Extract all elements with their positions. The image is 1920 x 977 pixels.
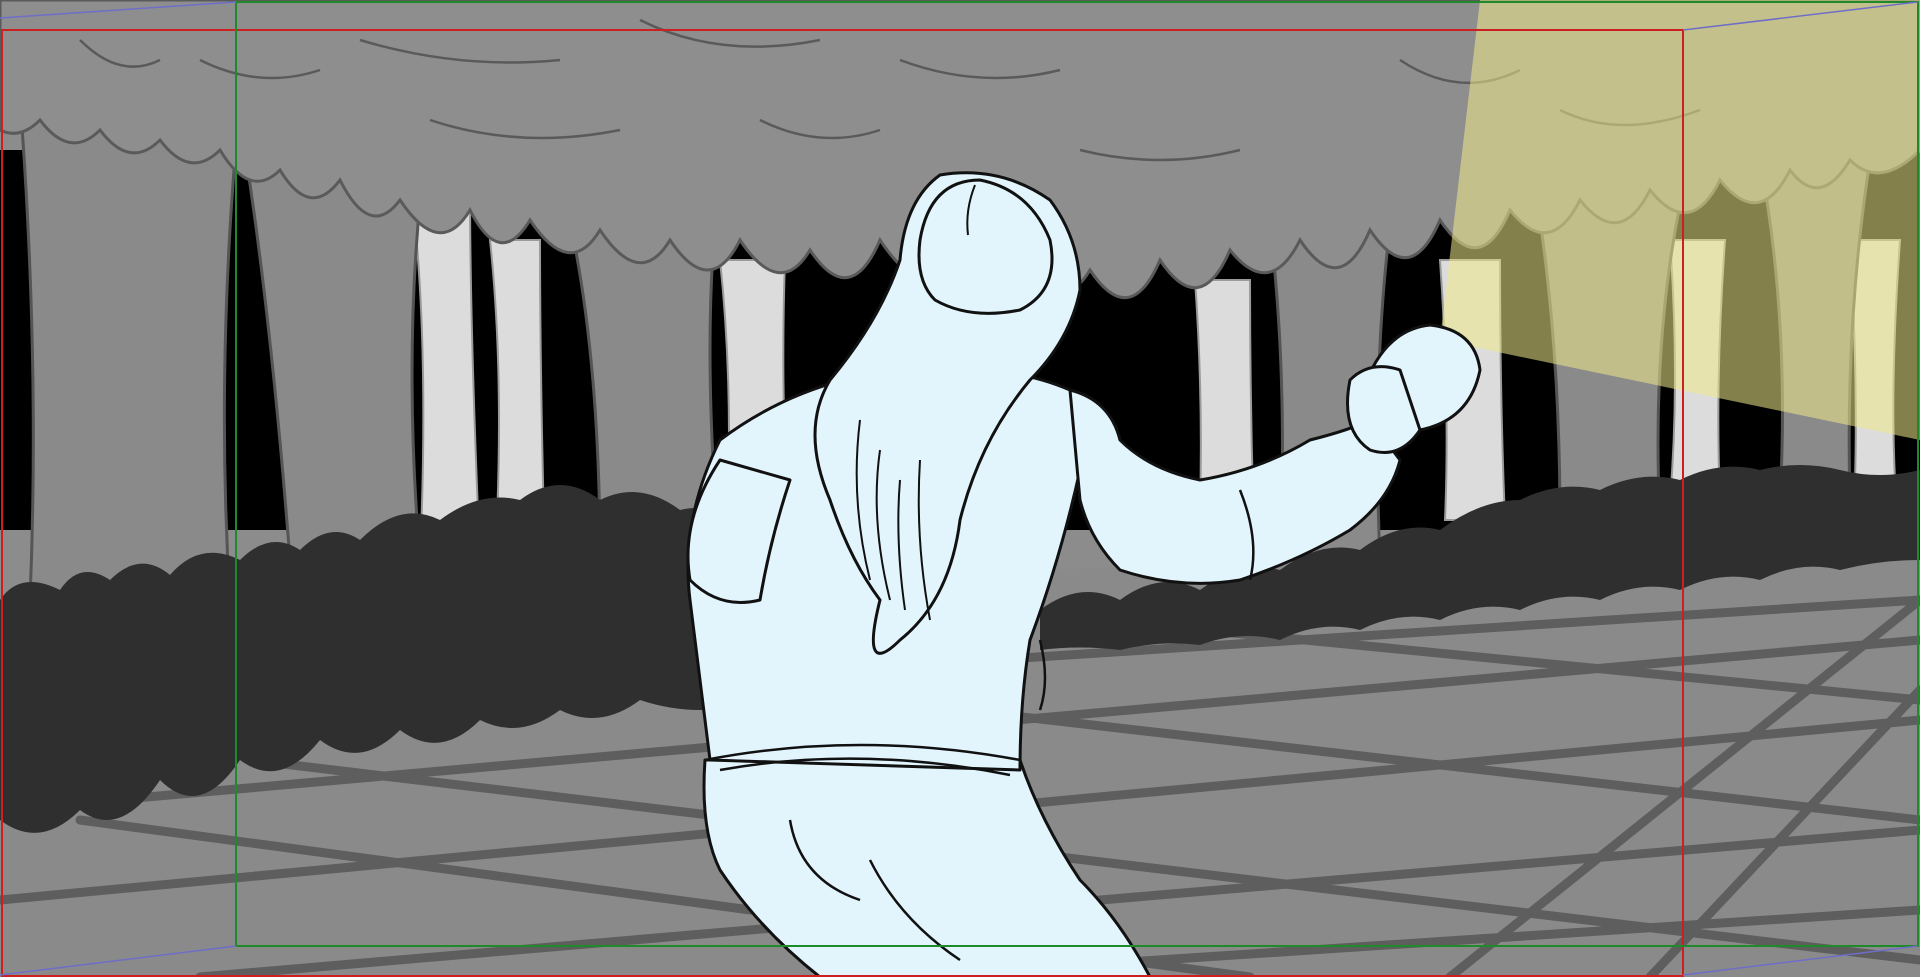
storyboard-canvas <box>0 0 1920 977</box>
panel-artwork <box>0 0 1920 977</box>
